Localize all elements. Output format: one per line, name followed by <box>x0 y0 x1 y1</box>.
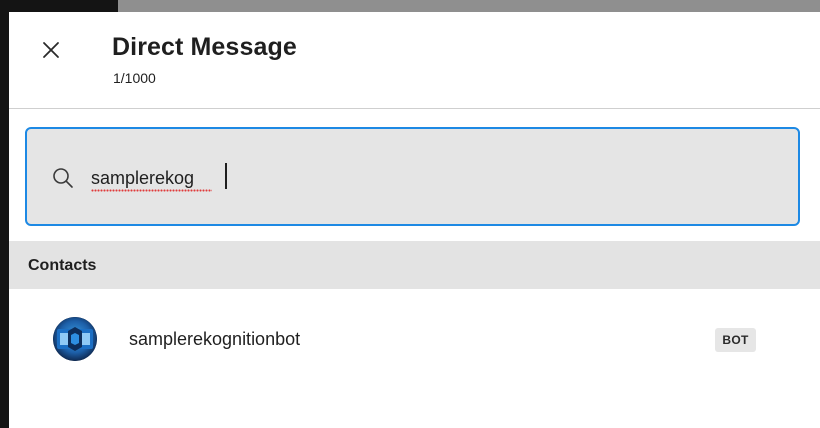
backdrop-left-edge <box>0 0 9 428</box>
contacts-section-label: Contacts <box>28 257 97 274</box>
close-icon <box>43 42 59 58</box>
spellcheck-underline <box>91 189 212 192</box>
avatar <box>53 317 97 361</box>
search-icon <box>53 168 73 188</box>
contact-name: samplerekognitionbot <box>129 329 301 349</box>
selection-counter: 1/1000 <box>113 70 156 86</box>
bot-badge: BOT <box>715 328 756 352</box>
contacts-section-header: Contacts <box>9 241 820 289</box>
dialog-title: Direct Message <box>112 33 297 61</box>
backdrop-top-left-edge <box>0 0 118 12</box>
aws-rekognition-icon <box>53 317 97 361</box>
text-caret <box>225 163 227 189</box>
search-field[interactable] <box>25 127 800 226</box>
search-input[interactable] <box>91 165 771 191</box>
backdrop-top-edge <box>0 0 820 12</box>
dialog-header: Direct Message 1/1000 <box>9 12 820 109</box>
close-button[interactable] <box>39 38 63 62</box>
contact-list-item[interactable]: samplerekognitionbot BOT <box>9 289 820 389</box>
direct-message-dialog: Direct Message 1/1000 Contacts <box>9 12 820 428</box>
